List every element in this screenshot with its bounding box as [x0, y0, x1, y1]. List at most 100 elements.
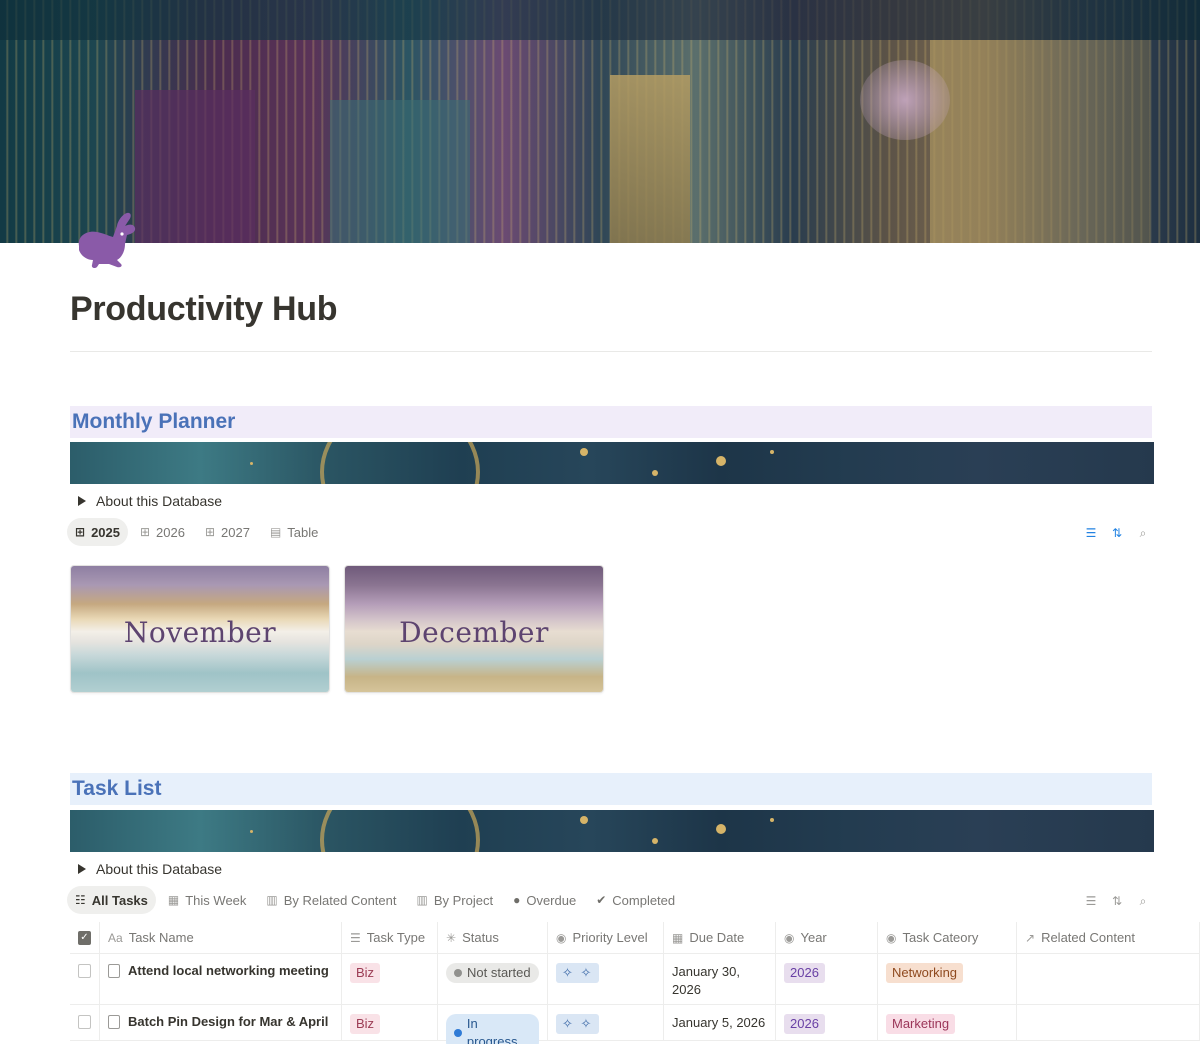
due-date-cell[interactable]: January 30, 2026 [664, 954, 776, 1004]
status-cell[interactable]: Not started [438, 954, 548, 1004]
row-checkbox-cell[interactable] [70, 1005, 100, 1040]
about-database-toggle[interactable]: About this Database [78, 493, 222, 509]
task-type-cell[interactable]: Biz [342, 1005, 438, 1040]
sort-icon[interactable]: ⇅ [1110, 894, 1124, 908]
column-header-due-date[interactable]: ▦ Due Date [664, 922, 776, 953]
column-header-task-category[interactable]: ◉ Task Cateory [878, 922, 1017, 953]
tab-overdue[interactable]: ● Overdue [505, 886, 584, 914]
gallery-icon: ⊞ [204, 525, 216, 539]
priority-cell[interactable]: ✧ ✧ [548, 954, 664, 1004]
task-type-cell[interactable]: Biz [342, 954, 438, 1004]
category-tag: Networking [886, 963, 964, 983]
list-icon: ☰ [350, 930, 361, 945]
tab-label: All Tasks [91, 892, 148, 908]
tab-label: Completed [612, 892, 676, 908]
column-header-status[interactable]: ✳ Status [438, 922, 548, 953]
column-header-task-name[interactable]: Aa Task Name [100, 922, 342, 953]
due-date-cell[interactable]: January 5, 2026 [664, 1005, 776, 1040]
monthly-planner-heading[interactable]: Monthly Planner [70, 406, 1152, 438]
column-header-related-content[interactable]: ↗ Related Content [1017, 922, 1200, 953]
filter-icon[interactable]: ☰ [1084, 894, 1098, 908]
tab-table[interactable]: ▤ Table [262, 518, 326, 546]
tab-2026[interactable]: ⊞ 2026 [132, 518, 193, 546]
search-icon[interactable]: ⌕ [1136, 526, 1150, 540]
table-row[interactable]: Attend local networking meeting Biz Not … [70, 954, 1200, 1005]
tab-label: 2025 [91, 524, 120, 540]
filter-icon[interactable]: ☰ [1084, 526, 1098, 540]
select-icon: ◉ [556, 930, 567, 945]
related-content-cell[interactable] [1017, 954, 1200, 1004]
alert-icon: ● [513, 893, 521, 907]
column-header-priority-level[interactable]: ◉ Priority Level [548, 922, 664, 953]
toggle-label: About this Database [96, 493, 223, 509]
priority-tag: ✧ ✧ [556, 1014, 600, 1034]
column-header-task-type[interactable]: ☰ Task Type [342, 922, 438, 953]
text-type-icon: Aa [108, 930, 123, 945]
task-name[interactable]: Batch Pin Design for Mar & April [128, 1014, 328, 1029]
checkbox-icon: ✓ [78, 931, 91, 945]
tab-by-project[interactable]: ▥ By Project [408, 886, 501, 914]
status-badge: Not started [446, 963, 539, 983]
year-cell[interactable]: 2026 [776, 1005, 878, 1040]
task-name[interactable]: Attend local networking meeting [128, 963, 329, 978]
arrow-up-right-icon: ↗ [1025, 930, 1036, 945]
task-name-cell[interactable]: Batch Pin Design for Mar & April [100, 1005, 342, 1040]
tab-label: 2026 [156, 524, 185, 540]
gallery-card-november[interactable]: November [70, 565, 330, 693]
task-list-tools: ☰ ⇅ ⌕ [1084, 894, 1150, 908]
priority-cell[interactable]: ✧ ✧ [548, 1005, 664, 1040]
select-all-cell[interactable]: ✓ [70, 922, 100, 953]
due-date: January 5, 2026 [672, 1014, 765, 1032]
task-name-cell[interactable]: Attend local networking meeting [100, 954, 342, 1004]
row-checkbox-cell[interactable] [70, 954, 100, 1004]
board-icon: ▥ [416, 893, 428, 907]
tab-label: By Related Content [283, 892, 397, 908]
spinner-icon: ✳ [446, 930, 457, 945]
related-content-cell[interactable] [1017, 1005, 1200, 1040]
status-dot-icon [454, 1029, 462, 1037]
year-tag: 2026 [784, 1014, 825, 1034]
task-type-tag: Biz [350, 1014, 381, 1034]
task-table: ✓ Aa Task Name ☰ Task Type ✳ Status ◉ Priori… [70, 922, 1200, 1044]
tab-by-related-content[interactable]: ▥ By Related Content [258, 886, 404, 914]
about-database-toggle[interactable]: About this Database [78, 861, 222, 877]
due-date: January 30, 2026 [672, 963, 740, 999]
page-title[interactable]: Productivity Hub [70, 290, 338, 329]
column-label: Year [800, 930, 827, 945]
page-icon [108, 1015, 120, 1029]
status-cell[interactable]: In progress [438, 1005, 548, 1044]
monthly-planner-banner [70, 442, 1154, 484]
board-icon: ▥ [266, 893, 278, 907]
search-icon[interactable]: ⌕ [1136, 894, 1150, 908]
status-badge: In progress [446, 1014, 539, 1044]
rabbit-icon[interactable] [73, 210, 137, 269]
status-dot-icon [454, 969, 462, 977]
tab-all-tasks[interactable]: ☷ All Tasks [67, 886, 156, 914]
task-list-heading[interactable]: Task List [70, 773, 1152, 805]
category-cell[interactable]: Marketing [878, 1005, 1017, 1040]
select-icon: ◉ [784, 930, 795, 945]
checkbox[interactable] [78, 1015, 91, 1029]
page-icon [108, 964, 120, 978]
checklist-icon: ☷ [75, 893, 86, 907]
column-header-year[interactable]: ◉ Year [776, 922, 878, 953]
tab-completed[interactable]: ✔ Completed [588, 886, 683, 914]
tab-label: Overdue [526, 892, 577, 908]
task-type-tag: Biz [350, 963, 381, 983]
table-row[interactable]: Batch Pin Design for Mar & April Biz In … [70, 1005, 1200, 1044]
gallery-cards: November December [70, 565, 604, 693]
tab-2025[interactable]: ⊞ 2025 [67, 518, 128, 546]
status-label: In progress [466, 1016, 518, 1044]
gallery-card-december[interactable]: December [344, 565, 604, 693]
status-label: Not started [467, 965, 531, 980]
sort-icon[interactable]: ⇅ [1110, 526, 1124, 540]
column-label: Task Name [128, 930, 194, 945]
tab-this-week[interactable]: ▦ This Week [160, 886, 255, 914]
tab-label: By Project [433, 892, 494, 908]
year-cell[interactable]: 2026 [776, 954, 878, 1004]
checkbox[interactable] [78, 964, 91, 978]
due-date-line: January 5, 2026 [672, 1015, 766, 1030]
tab-2027[interactable]: ⊞ 2027 [197, 518, 258, 546]
task-list-view-tabs: ☷ All Tasks ▦ This Week ▥ By Related Con… [67, 886, 683, 914]
category-cell[interactable]: Networking [878, 954, 1017, 1004]
